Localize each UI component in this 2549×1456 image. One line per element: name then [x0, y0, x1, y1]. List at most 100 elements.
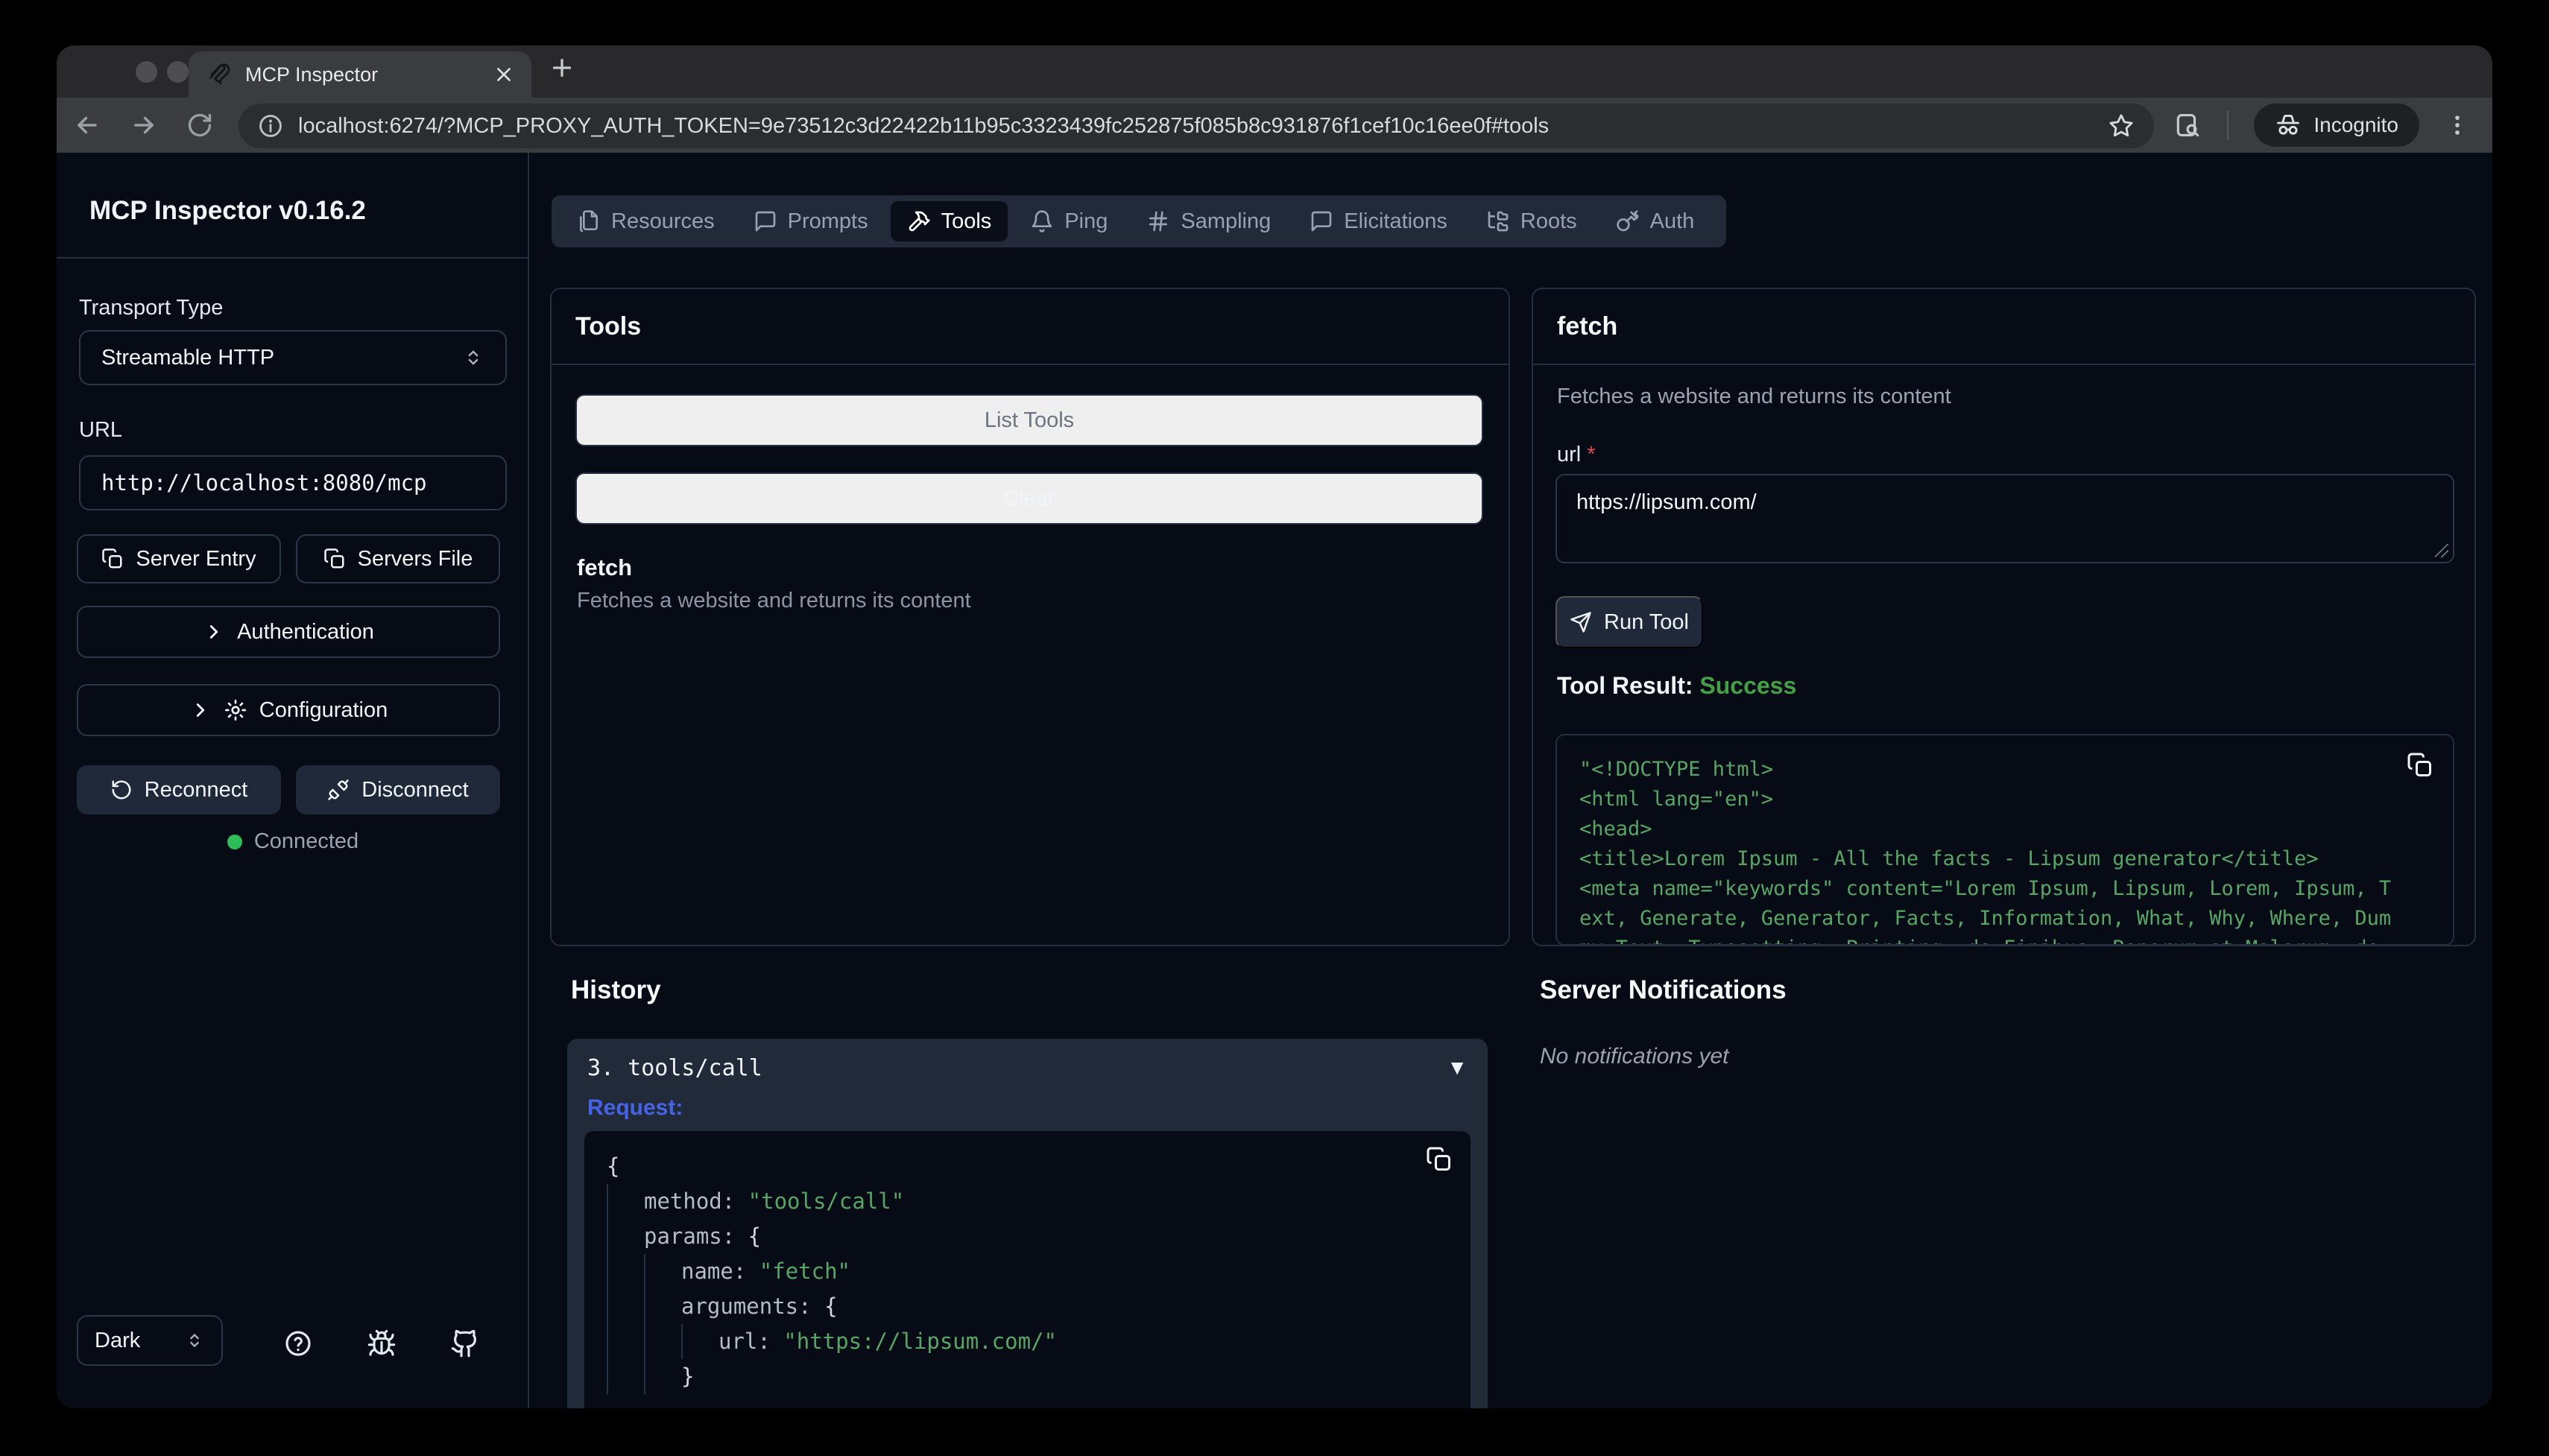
bookmark-star-icon[interactable]	[2108, 113, 2135, 139]
resize-grip[interactable]	[2435, 544, 2448, 557]
list-tools-button[interactable]: List Tools	[575, 394, 1483, 446]
browser-tab[interactable]: MCP Inspector	[189, 51, 531, 98]
configuration-label: Configuration	[259, 698, 388, 723]
indent-guide	[607, 1324, 644, 1359]
tab-label: Tools	[941, 209, 992, 234]
json-string: "https://lipsum.com/"	[771, 1324, 1057, 1359]
bug-icon[interactable]	[367, 1329, 397, 1358]
tool-result-code: "<!DOCTYPE html><html lang="en"><head><t…	[1579, 755, 2386, 946]
close-tab-icon[interactable]	[494, 65, 514, 84]
result-code-line: <meta name="keywords" content="Lorem Ips…	[1579, 874, 2386, 904]
json-key: params:	[644, 1219, 735, 1254]
toolbar-separator	[2227, 110, 2229, 140]
copy-icon	[101, 548, 124, 570]
reload-icon[interactable]	[186, 112, 213, 139]
menu-dots-icon[interactable]	[2445, 113, 2470, 138]
bell-icon	[1030, 209, 1054, 233]
unplug-icon	[327, 779, 350, 801]
tab-resources[interactable]: Resources	[560, 201, 731, 241]
servers-file-label: Servers File	[358, 547, 473, 572]
help-icon[interactable]	[283, 1329, 313, 1358]
result-code-line: <html lang="en">	[1579, 785, 2386, 814]
chevron-right-icon	[189, 699, 212, 721]
servers-file-button[interactable]: Servers File	[296, 534, 500, 583]
url-param-value: https://lipsum.com/	[1576, 490, 1757, 514]
window-close-button[interactable]	[136, 61, 157, 83]
indent-guide	[607, 1219, 644, 1254]
indent-guide	[644, 1254, 681, 1289]
result-code-line: <head>	[1579, 814, 2386, 844]
tab-auth[interactable]: Auth	[1599, 201, 1711, 241]
copy-icon[interactable]	[1426, 1146, 1453, 1173]
tab-roots[interactable]: Roots	[1470, 201, 1593, 241]
configuration-button[interactable]: Configuration	[77, 684, 500, 736]
run-tool-button[interactable]: Run Tool	[1555, 596, 1703, 648]
sidebar: MCP Inspector v0.16.2 Transport Type Str…	[57, 153, 529, 1408]
required-marker: *	[1587, 443, 1595, 466]
back-icon[interactable]	[73, 111, 101, 139]
tab-tools[interactable]: Tools	[891, 201, 1008, 241]
indent-guide	[644, 1324, 681, 1359]
app-title: MCP Inspector v0.16.2	[89, 196, 366, 226]
hammer-icon	[907, 209, 931, 233]
files-icon	[577, 209, 601, 233]
transport-type-select[interactable]: Streamable HTTP	[79, 330, 507, 385]
tab-label: Elicitations	[1344, 209, 1447, 234]
tab-label: Resources	[611, 209, 715, 234]
chevrons-updown-icon	[462, 346, 484, 369]
result-code-line: ext, Generate, Generator, Facts, Informa…	[1579, 904, 2386, 934]
indent-guide	[644, 1289, 681, 1324]
tab-search-icon[interactable]	[2173, 111, 2202, 139]
request-json-code: {method: "tools/call"params: {name: "fet…	[607, 1149, 1411, 1394]
theme-select[interactable]: Dark	[77, 1315, 223, 1366]
indent-guide	[644, 1359, 681, 1394]
tab-label: Auth	[1650, 209, 1695, 234]
site-info-icon[interactable]	[258, 113, 283, 139]
result-code-line: "<!DOCTYPE html>	[1579, 755, 2386, 785]
indent-guide	[607, 1254, 644, 1289]
tab-label: Ping	[1064, 209, 1108, 234]
url-param-input[interactable]: https://lipsum.com/	[1555, 474, 2454, 563]
url-text[interactable]: localhost:6274/?MCP_PROXY_AUTH_TOKEN=9e7…	[298, 114, 2093, 139]
github-icon[interactable]	[450, 1329, 480, 1358]
history-entry-header[interactable]: 3. tools/call ▼	[587, 1051, 1468, 1085]
json-punctuation: {	[735, 1219, 761, 1254]
clear-button[interactable]: Clear	[575, 472, 1483, 525]
json-key: name:	[681, 1254, 746, 1289]
disconnect-label: Disconnect	[361, 778, 468, 803]
connected-dot-icon	[227, 835, 242, 849]
address-bar[interactable]: localhost:6274/?MCP_PROXY_AUTH_TOKEN=9e7…	[239, 104, 2154, 148]
json-punctuation: {	[812, 1289, 838, 1324]
tab-sampling[interactable]: Sampling	[1130, 201, 1287, 241]
reconnect-button[interactable]: Reconnect	[77, 765, 281, 814]
tool-result-status: Success	[1699, 672, 1796, 699]
json-string: "fetch"	[746, 1254, 850, 1289]
tab-ping[interactable]: Ping	[1014, 201, 1124, 241]
json-punctuation: }	[681, 1359, 694, 1394]
authentication-button[interactable]: Authentication	[77, 606, 500, 658]
history-entry-card: 3. tools/call ▼ Request: {method: "tools…	[567, 1039, 1488, 1408]
json-code-line: url: "https://lipsum.com/"	[607, 1324, 1411, 1359]
server-entry-button[interactable]: Server Entry	[77, 534, 281, 583]
disconnect-button[interactable]: Disconnect	[296, 765, 500, 814]
tab-prompts[interactable]: Prompts	[737, 201, 885, 241]
window-minimize-button[interactable]	[167, 61, 189, 83]
tool-result-block[interactable]: "<!DOCTYPE html><html lang="en"><head><t…	[1555, 734, 2454, 946]
json-code-line: name: "fetch"	[607, 1254, 1411, 1289]
tab-elicitations[interactable]: Elicitations	[1293, 201, 1464, 241]
forward-icon[interactable]	[130, 111, 158, 139]
json-code-line: arguments: {	[607, 1289, 1411, 1324]
new-tab-icon[interactable]	[549, 54, 575, 81]
server-url-input[interactable]: http://localhost:8080/mcp	[79, 455, 507, 510]
tool-description: Fetches a website and returns its conten…	[577, 589, 971, 613]
json-key: method:	[644, 1184, 735, 1219]
indent-guide	[607, 1184, 644, 1219]
url-param-label: url *	[1557, 443, 1596, 467]
collapse-caret-icon[interactable]: ▼	[1447, 1056, 1468, 1080]
tab-title: MCP Inspector	[245, 63, 481, 86]
history-title: History	[571, 975, 661, 1005]
json-punctuation: {	[607, 1149, 619, 1184]
server-entry-label: Server Entry	[136, 547, 256, 572]
request-json-block[interactable]: {method: "tools/call"params: {name: "fet…	[584, 1131, 1471, 1408]
copy-icon[interactable]	[2407, 752, 2433, 779]
